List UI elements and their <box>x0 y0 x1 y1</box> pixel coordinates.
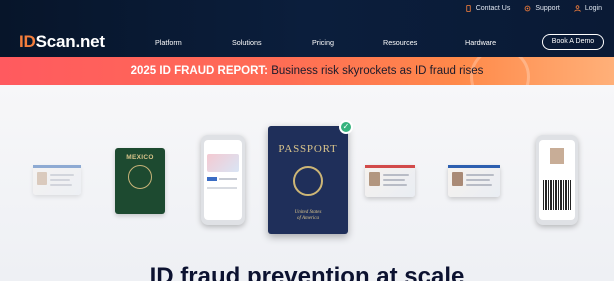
support-link[interactable]: Support <box>524 5 560 12</box>
main-nav: Platform Solutions Pricing Resources Har… <box>0 38 614 48</box>
barcode-icon <box>543 180 571 210</box>
gear-icon <box>524 5 531 12</box>
banner-text: 2025 ID FRAUD REPORT: Business risk skyr… <box>0 65 614 77</box>
phone-icon <box>466 5 471 12</box>
drivers-license-image <box>365 165 415 197</box>
user-icon <box>574 5 581 12</box>
us-passport-image: PASSPORT United States of America <box>268 126 348 234</box>
verified-check-icon: ✓ <box>339 120 353 134</box>
mexico-passport-image: MEXICO <box>115 148 165 214</box>
support-label: Support <box>535 5 560 12</box>
nav-hardware[interactable]: Hardware <box>465 38 496 47</box>
site-header: Contact Us Support Login IDScan.net Plat… <box>0 0 614 57</box>
passport-title: PASSPORT <box>278 143 338 155</box>
nav-pricing[interactable]: Pricing <box>312 38 334 47</box>
contact-us-link[interactable]: Contact Us <box>465 5 511 12</box>
login-label: Login <box>584 5 602 12</box>
state-id-card-image <box>448 165 500 197</box>
phone-barcode-image <box>536 135 578 225</box>
banner-body: Business risk skyrockets as ID fraud ris… <box>268 65 484 77</box>
id-card-image <box>33 165 81 195</box>
banner-strong: 2025 ID FRAUD REPORT: <box>130 65 268 77</box>
contact-us-label: Contact Us <box>475 5 511 12</box>
nav-resources[interactable]: Resources <box>383 38 417 47</box>
fraud-report-banner[interactable]: 2025 ID FRAUD REPORT: Business risk skyr… <box>0 57 614 85</box>
book-demo-button[interactable]: Book A Demo <box>542 34 604 50</box>
hero-headline: ID fraud prevention at scale <box>149 263 465 281</box>
utility-nav: Contact Us Support Login <box>465 5 602 12</box>
hero-section: MEXICO PASSPORT United States of America… <box>0 85 614 281</box>
passport-subtitle: United States of America <box>294 210 322 221</box>
phone-image <box>201 135 245 225</box>
mexico-label: MEXICO <box>126 154 154 161</box>
seal-icon <box>128 165 152 189</box>
nav-platform[interactable]: Platform <box>155 38 182 47</box>
nav-solutions[interactable]: Solutions <box>232 38 262 47</box>
eagle-seal-icon <box>293 166 323 196</box>
login-link[interactable]: Login <box>574 5 602 12</box>
